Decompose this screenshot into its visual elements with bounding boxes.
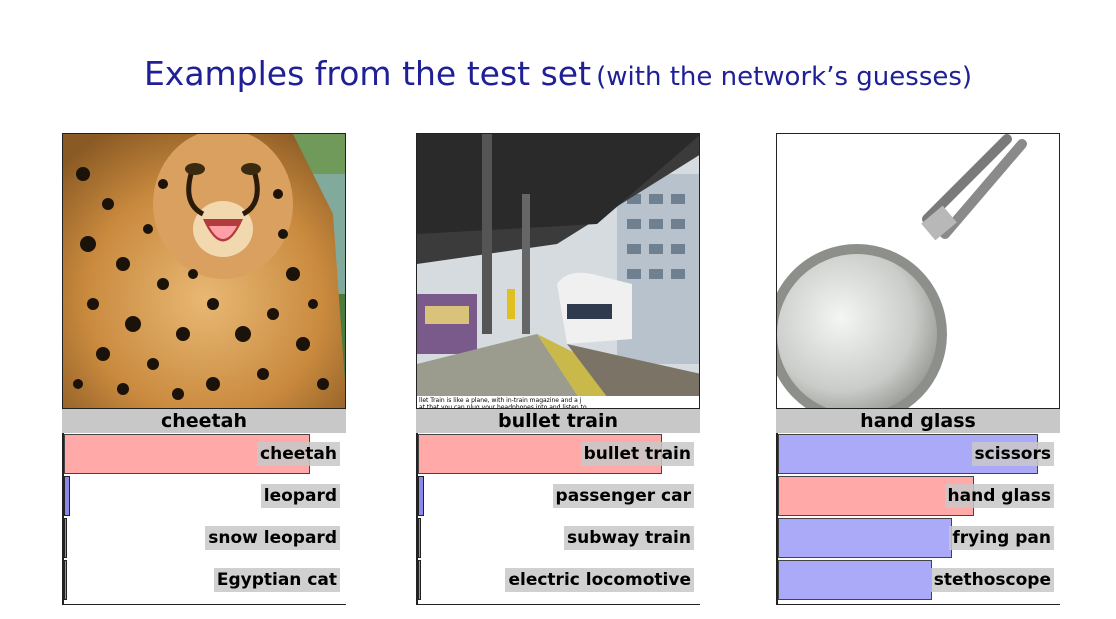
guess-row: subway train — [418, 517, 700, 559]
example-panel-hand-glass: hand glass scissors hand glass frying pa… — [776, 133, 1060, 605]
guess-row: snow leopard — [64, 517, 346, 559]
guess-label: hand glass — [944, 484, 1054, 508]
guess-row: hand glass — [778, 475, 1060, 517]
true-label: hand glass — [776, 409, 1060, 433]
bullet-train-photo: llet Train is like a plane, with in-trai… — [416, 133, 700, 409]
guess-row: scissors — [778, 433, 1060, 475]
magnifying-glass-image — [777, 134, 1059, 408]
guess-label: cheetah — [257, 442, 340, 466]
guess-list: scissors hand glass frying pan stethosco… — [776, 433, 1060, 605]
guess-bar — [778, 518, 952, 558]
guess-label: Egyptian cat — [213, 568, 340, 592]
guess-label: frying pan — [949, 526, 1054, 550]
guess-list: cheetah leopard snow leopard Egyptian ca… — [62, 433, 346, 605]
example-panel-bullet-train: llet Train is like a plane, with in-trai… — [416, 133, 700, 605]
slide-title: Examples from the test set (with the net… — [0, 54, 1116, 93]
guess-list: bullet train passenger car subway train … — [416, 433, 700, 605]
guess-row: cheetah — [64, 433, 346, 475]
guess-bar — [778, 560, 932, 600]
guess-bar — [418, 560, 421, 600]
guess-bar — [64, 518, 67, 558]
cheetah-image — [63, 134, 345, 408]
guess-label: subway train — [564, 526, 694, 550]
slide-title-main: Examples from the test set — [143, 54, 592, 93]
guess-row: Egyptian cat — [64, 559, 346, 601]
guess-label: snow leopard — [205, 526, 340, 550]
train-station-image: llet Train is like a plane, with in-trai… — [417, 134, 699, 408]
example-panel-cheetah: cheetah cheetah leopard snow leopard Egy… — [62, 133, 346, 605]
guess-bar — [418, 476, 424, 516]
guess-row: frying pan — [778, 517, 1060, 559]
true-label: bullet train — [416, 409, 700, 433]
cheetah-photo — [62, 133, 346, 409]
guess-bar — [64, 560, 67, 600]
true-label: cheetah — [62, 409, 346, 433]
guess-row: leopard — [64, 475, 346, 517]
guess-row: electric locomotive — [418, 559, 700, 601]
photo-caption-text: llet Train is like a plane, with in-trai… — [419, 397, 582, 404]
guess-row: stethoscope — [778, 559, 1060, 601]
guess-label: stethoscope — [930, 568, 1054, 592]
guess-label: leopard — [260, 484, 340, 508]
guess-label: bullet train — [580, 442, 694, 466]
guess-row: bullet train — [418, 433, 700, 475]
guess-label: passenger car — [552, 484, 694, 508]
guess-bar — [64, 476, 70, 516]
slide-title-sub: (with the network’s guesses) — [596, 62, 973, 92]
guess-bar — [418, 518, 421, 558]
guess-label: electric locomotive — [505, 568, 694, 592]
hand-glass-photo — [776, 133, 1060, 409]
guess-label: scissors — [971, 442, 1054, 466]
guess-row: passenger car — [418, 475, 700, 517]
